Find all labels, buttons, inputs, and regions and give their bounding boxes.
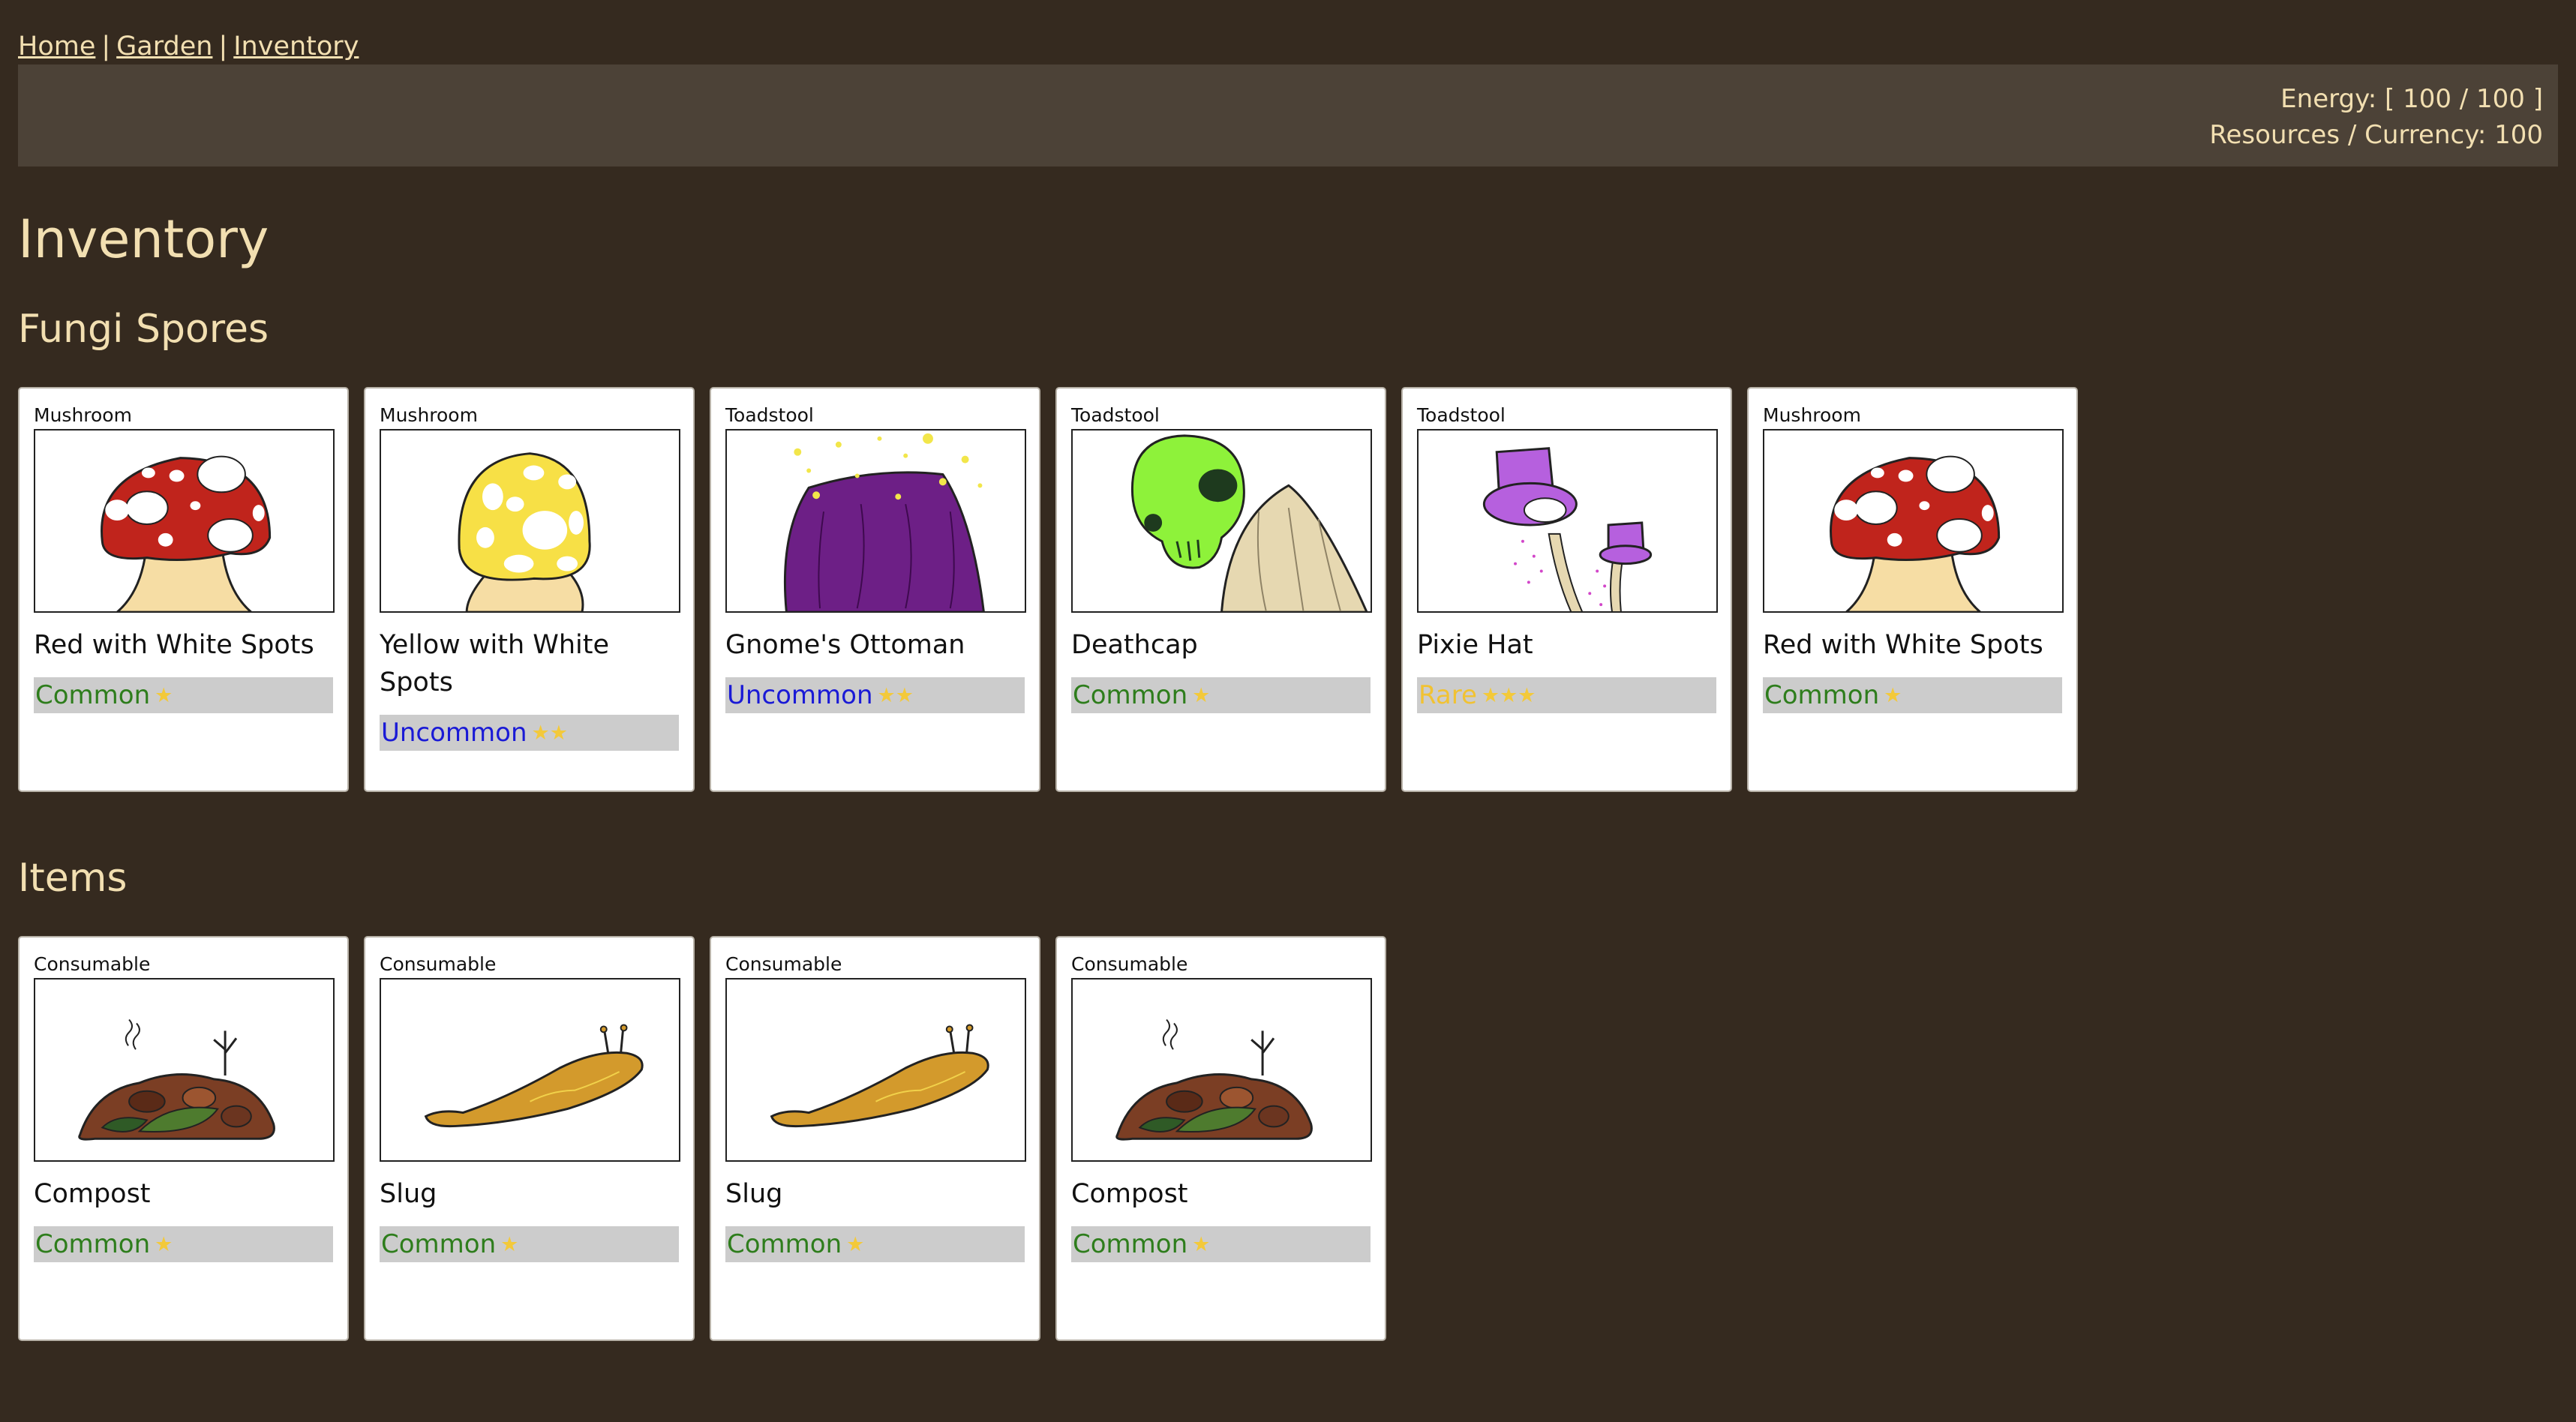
rarity-label: Common <box>1764 680 1880 710</box>
skull-toadstool-icon <box>1073 429 1371 613</box>
rarity-label: Common <box>381 1229 497 1259</box>
purple-top-hat-toadstool-icon <box>1419 429 1716 613</box>
inventory-card[interactable]: Mushroom Yellow with White Spots Uncommon ★… <box>364 387 695 792</box>
compost-pile-icon <box>1073 978 1371 1162</box>
rarity-label: Common <box>35 680 151 710</box>
card-image <box>34 978 335 1162</box>
status-bar: Energy: [ 100 / 100 ] Resources / Curren… <box>18 64 2558 166</box>
inventory-card[interactable]: Toadstool Deathcap Common ★ <box>1055 387 1386 792</box>
card-image <box>725 978 1026 1162</box>
rarity-badge: Common ★ <box>380 1226 679 1262</box>
inventory-card[interactable]: Consumable Slug Common ★ <box>364 936 695 1341</box>
fungi-grid: Mushroom Red with White Spots Common ★ Mushr… <box>18 387 2558 792</box>
card-type-label: Toadstool <box>1071 404 1160 426</box>
inventory-card[interactable]: Mushroom Red with White Spots Common ★ <box>1747 387 2078 792</box>
nav-separator: | <box>101 32 111 62</box>
section-title-items: Items <box>18 856 128 901</box>
card-type-label: Consumable <box>725 953 842 975</box>
card-image <box>725 429 1026 613</box>
card-name: Gnome's Ottoman <box>725 630 965 660</box>
purple-ottoman-toadstool-icon <box>727 429 1025 613</box>
rarity-badge: Uncommon ★★ <box>725 677 1025 713</box>
card-name: Red with White Spots <box>1763 630 2043 660</box>
card-name: Pixie Hat <box>1417 630 1533 660</box>
card-type-label: Mushroom <box>1763 404 1861 426</box>
red-spotted-mushroom-icon <box>1764 429 2062 613</box>
rarity-label: Uncommon <box>727 680 873 710</box>
rarity-badge: Rare ★★★ <box>1417 677 1716 713</box>
fungi-spores-section: Fungi Spores Mushroom Red with White Spot… <box>18 303 2558 792</box>
nav-separator: | <box>218 32 228 62</box>
card-name: Compost <box>1071 1179 1188 1209</box>
card-image <box>1763 429 2064 613</box>
card-type-label: Consumable <box>1071 953 1188 975</box>
section-title-fungi: Fungi Spores <box>18 307 269 352</box>
card-name: Compost <box>34 1179 151 1209</box>
card-name: Red with White Spots <box>34 630 314 660</box>
card-name: Yellow with White Spots <box>380 630 610 698</box>
inventory-card[interactable]: Consumable Compost Common ★ <box>1055 936 1386 1341</box>
inventory-card[interactable]: Mushroom Red with White Spots Common ★ <box>18 387 349 792</box>
slug-icon <box>381 978 679 1162</box>
breadcrumb: Home | Garden | Inventory <box>18 0 2558 64</box>
compost-pile-icon <box>35 978 333 1162</box>
rarity-badge: Common ★ <box>1071 1226 1371 1262</box>
energy-readout: Energy: [ 100 / 100 ] <box>2280 84 2543 114</box>
star-icon: ★ <box>1884 684 1902 707</box>
inventory-card[interactable]: Toadstool Pixie Hat Rare ★★★ <box>1401 387 1732 792</box>
rarity-label: Common <box>1073 680 1188 710</box>
rarity-label: Common <box>1073 1229 1188 1259</box>
rarity-badge: Common ★ <box>725 1226 1025 1262</box>
inventory-card[interactable]: Toadstool Gnome's Ottoman Uncommon ★★ <box>710 387 1040 792</box>
star-icon: ★ <box>500 1233 519 1256</box>
rarity-badge: Common ★ <box>34 1226 333 1262</box>
items-grid: Consumable Compost Common ★ Consumable Slug Co… <box>18 936 2558 1341</box>
red-spotted-mushroom-icon <box>35 429 333 613</box>
card-name: Slug <box>380 1179 437 1209</box>
items-section: Items Consumable Compost Common ★ Consumable… <box>18 852 2558 1341</box>
rarity-label: Rare <box>1419 680 1477 710</box>
nav-home-link[interactable]: Home <box>18 32 95 62</box>
card-image <box>1071 429 1372 613</box>
nav-inventory-link[interactable]: Inventory <box>233 32 359 62</box>
star-icon: ★ <box>155 1233 173 1256</box>
rarity-label: Common <box>727 1229 842 1259</box>
rarity-badge: Uncommon ★★ <box>380 715 679 751</box>
card-image <box>1071 978 1372 1162</box>
card-type-label: Mushroom <box>380 404 478 426</box>
card-image <box>380 978 680 1162</box>
currency-readout: Resources / Currency: 100 <box>2209 120 2543 150</box>
slug-icon <box>727 978 1025 1162</box>
star-icon: ★ <box>1192 684 1211 707</box>
card-type-label: Toadstool <box>1417 404 1506 426</box>
nav-garden-link[interactable]: Garden <box>116 32 212 62</box>
page-title: Inventory <box>18 208 269 270</box>
card-type-label: Toadstool <box>725 404 814 426</box>
rarity-badge: Common ★ <box>1763 677 2062 713</box>
star-icon: ★★★ <box>1481 684 1536 707</box>
yellow-spotted-mushroom-icon <box>381 429 679 613</box>
card-type-label: Mushroom <box>34 404 132 426</box>
star-icon: ★★ <box>531 722 568 745</box>
star-icon: ★ <box>846 1233 865 1256</box>
card-image <box>34 429 335 613</box>
star-icon: ★ <box>1192 1233 1211 1256</box>
rarity-badge: Common ★ <box>34 677 333 713</box>
inventory-card[interactable]: Consumable Compost Common ★ <box>18 936 349 1341</box>
card-name: Slug <box>725 1179 783 1209</box>
inventory-card[interactable]: Consumable Slug Common ★ <box>710 936 1040 1341</box>
rarity-label: Uncommon <box>381 718 527 748</box>
star-icon: ★★ <box>877 684 914 707</box>
card-image <box>1417 429 1718 613</box>
star-icon: ★ <box>155 684 173 707</box>
rarity-label: Common <box>35 1229 151 1259</box>
card-name: Deathcap <box>1071 630 1198 660</box>
rarity-badge: Common ★ <box>1071 677 1371 713</box>
card-type-label: Consumable <box>34 953 151 975</box>
card-image <box>380 429 680 613</box>
card-type-label: Consumable <box>380 953 497 975</box>
